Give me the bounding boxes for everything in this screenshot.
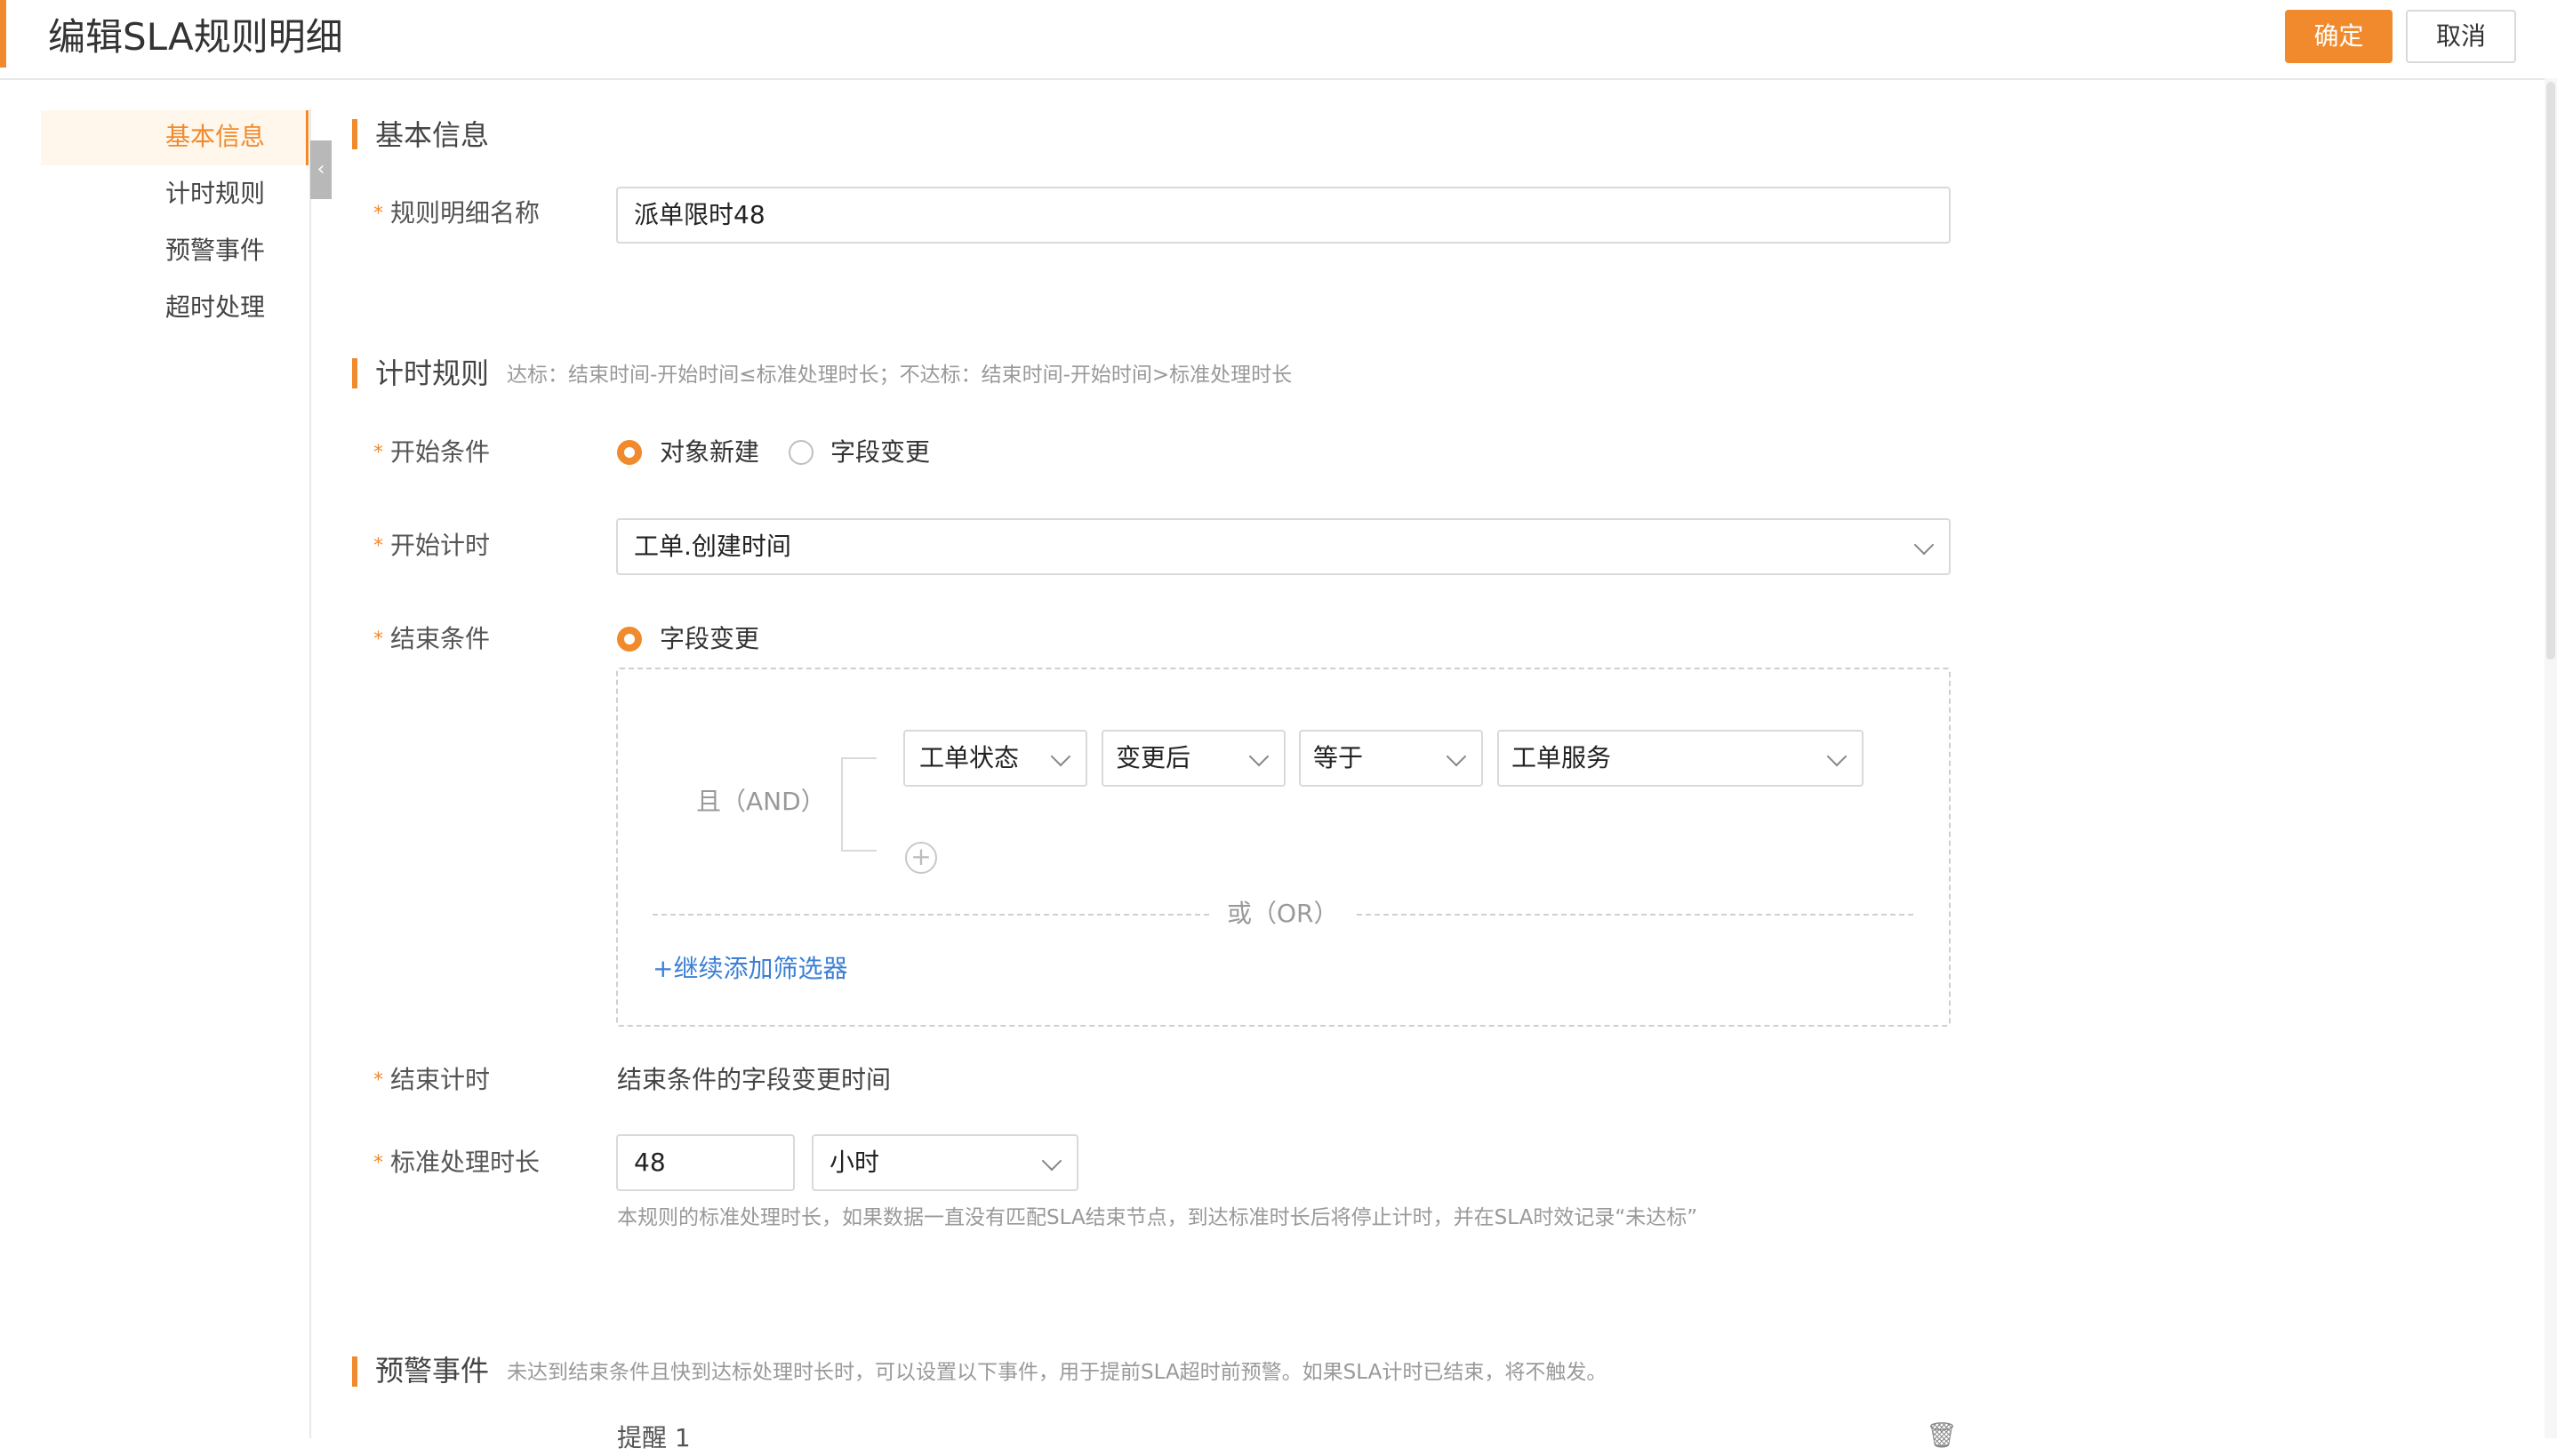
nav-item-timeout-handling[interactable]: 超时处理	[89, 290, 302, 325]
nav-active-indicator	[306, 110, 309, 165]
chevron-down-icon	[1050, 746, 1071, 767]
radio-object-create-label[interactable]: 对象新建	[660, 435, 759, 470]
timing-rule-hint: 达标：结束时间-开始时间≤标准处理时长；不达标：结束时间-开始时间>标准处理时长	[507, 364, 1293, 387]
required-asterisk: *	[373, 442, 383, 464]
filter-operator-select[interactable]: 等于	[1299, 730, 1483, 787]
add-and-condition-icon[interactable]: +	[905, 842, 937, 874]
start-time-select[interactable]: 工单.创建时间	[616, 518, 1951, 575]
warning-item-label: 提醒 1	[617, 1423, 691, 1452]
nav-item-basic-info[interactable]: 基本信息	[89, 119, 302, 155]
scrollbar-thumb[interactable]	[2546, 82, 2555, 660]
and-label: 且（AND）	[696, 787, 826, 816]
start-condition-label: * 开始条件	[373, 437, 491, 467]
page-header	[0, 0, 2557, 80]
end-condition-label: * 结束条件	[373, 624, 491, 653]
filter-value-select[interactable]: 工单服务	[1497, 730, 1864, 787]
chevron-down-icon	[1913, 534, 1935, 556]
cancel-button[interactable]: 取消	[2406, 10, 2516, 63]
section-accent-bar	[352, 1356, 357, 1387]
start-time-select-value: 工单.创建时间	[634, 532, 791, 561]
rule-name-input[interactable]: 派单限时48	[616, 187, 1951, 244]
rule-name-label: * 规则明细名称	[373, 198, 541, 228]
trash-icon[interactable]: 🗑	[1926, 1422, 1958, 1449]
section-title-timing: 计时规则	[375, 356, 490, 390]
duration-unit-value: 小时	[830, 1148, 880, 1177]
confirm-button[interactable]: 确定	[2285, 10, 2393, 63]
filter-field-select[interactable]: 工单状态	[903, 730, 1087, 787]
filter-operator-value: 等于	[1313, 743, 1364, 772]
filter-field-value: 工单状态	[919, 743, 1020, 772]
nav-item-warning-events[interactable]: 预警事件	[89, 233, 302, 268]
end-time-value: 结束条件的字段变更时间	[617, 1065, 892, 1094]
add-filter-link[interactable]: +继续添加筛选器	[653, 951, 847, 987]
filter-value-value: 工单服务	[1511, 743, 1612, 772]
required-asterisk: *	[373, 535, 383, 557]
section-title-basic: 基本信息	[375, 118, 490, 152]
header-accent-bar	[0, 0, 6, 68]
start-time-label: * 开始计时	[373, 531, 491, 560]
end-time-label: * 结束计时	[373, 1065, 491, 1094]
required-asterisk: *	[373, 203, 383, 225]
filter-change-select[interactable]: 变更后	[1102, 730, 1286, 787]
duration-input[interactable]: 48	[616, 1134, 795, 1191]
collapse-nav-button[interactable]: ‹	[310, 140, 332, 199]
nav-divider	[309, 108, 311, 1438]
section-accent-bar	[352, 119, 357, 149]
duration-unit-select[interactable]: 小时	[812, 1134, 1078, 1191]
required-asterisk: *	[373, 1152, 383, 1174]
warning-hint: 未达到结束条件且快到达标处理时长时，可以设置以下事件，用于提前SLA超时前预警。…	[507, 1361, 1607, 1384]
or-divider-right	[1357, 914, 1913, 916]
required-asterisk: *	[373, 1069, 383, 1092]
chevron-down-icon	[1826, 746, 1848, 767]
or-label: 或（OR）	[1227, 899, 1339, 928]
section-title-warning: 预警事件	[375, 1354, 490, 1388]
radio-field-change[interactable]	[789, 440, 814, 465]
chevron-down-icon	[1041, 1150, 1062, 1172]
radio-field-change-label[interactable]: 字段变更	[830, 435, 930, 470]
chevron-down-icon	[1446, 746, 1467, 767]
chevron-down-icon	[1248, 746, 1270, 767]
or-divider-left	[653, 914, 1209, 916]
duration-label: * 标准处理时长	[373, 1148, 541, 1177]
radio-object-create[interactable]	[617, 440, 642, 465]
chevron-left-icon: ‹	[317, 158, 325, 180]
page-title: 编辑SLA规则明细	[48, 15, 343, 59]
section-accent-bar	[352, 358, 357, 388]
duration-hint: 本规则的标准处理时长，如果数据一直没有匹配SLA结束节点，到达标准时长后将停止计…	[617, 1206, 1698, 1229]
nav-item-timing-rules[interactable]: 计时规则	[89, 176, 302, 212]
radio-end-field-change[interactable]	[617, 627, 642, 652]
required-asterisk: *	[373, 628, 383, 651]
and-bracket	[841, 757, 877, 852]
filter-change-value: 变更后	[1116, 743, 1191, 772]
radio-end-field-change-label[interactable]: 字段变更	[660, 621, 759, 657]
